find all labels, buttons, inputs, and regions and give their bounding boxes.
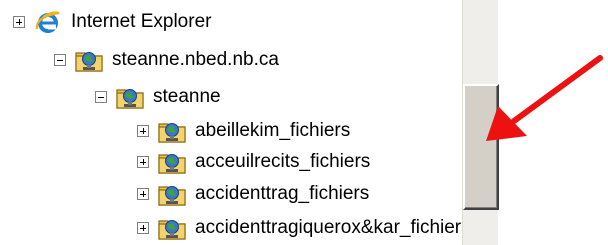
red-arrow-icon [486,55,603,141]
tree-item-label: Internet Explorer [71,11,212,32]
expand-plus-icon[interactable] [137,222,149,234]
expand-plus-icon[interactable] [137,125,149,137]
folder-tree: Internet Explorer steanne.nbed.nb.ca ste… [0,0,462,245]
tree-item-acceuilrecits-fichiers[interactable]: acceuilrecits_fichiers [137,145,370,179]
tree-item-label: acceuilrecits_fichiers [195,151,371,172]
web-folder-icon [157,147,187,177]
tree-item-label: abeillekim_fichiers [195,120,351,141]
expand-plus-icon[interactable] [137,156,149,168]
tree-item-label: accidenttrag_fichiers [195,183,370,204]
tree-item-accidenttrag-fichiers[interactable]: accidenttrag_fichiers [137,177,369,211]
tree-item-label: steanne.nbed.nb.ca [112,49,279,70]
tree-item-label: steanne [153,86,221,107]
web-folder-icon [74,45,104,75]
web-folder-icon [157,116,187,146]
tree-item-internet-explorer[interactable]: Internet Explorer [13,5,211,39]
web-folder-icon [115,82,145,112]
web-folder-icon [157,213,187,243]
collapse-minus-icon[interactable] [95,91,107,103]
tree-item-abeillekim-fichiers[interactable]: abeillekim_fichiers [137,114,350,148]
expand-plus-icon[interactable] [137,188,149,200]
tree-item-accidenttragiquerox-fichiers[interactable]: accidenttragiquerox&kar_fichiers [137,211,462,245]
tree-item-steanne-nbed[interactable]: steanne.nbed.nb.ca [54,43,279,77]
web-folder-icon [157,179,187,209]
collapse-minus-icon[interactable] [54,54,66,66]
tree-item-label: accidenttragiquerox&kar_fichiers [195,217,462,238]
expand-plus-icon[interactable] [13,16,25,28]
tree-item-steanne[interactable]: steanne [95,80,221,114]
internet-explorer-icon [35,11,60,33]
